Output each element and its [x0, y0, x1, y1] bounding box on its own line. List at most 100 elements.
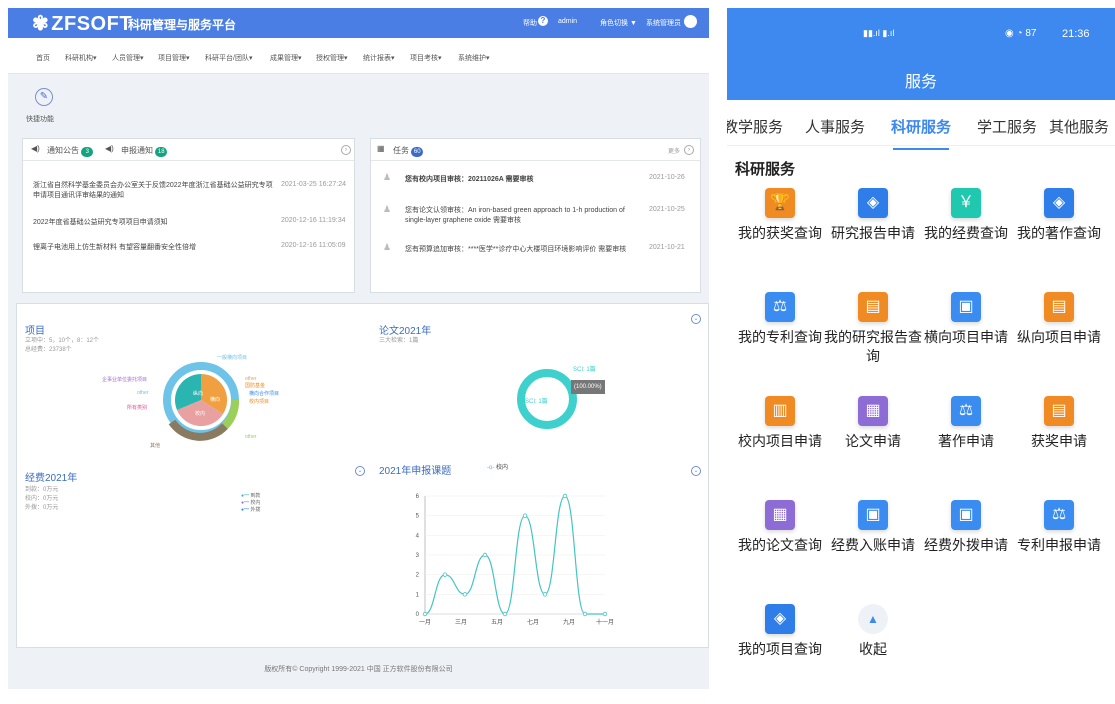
quick-functions[interactable]: ✎ 快捷功能 — [26, 86, 66, 126]
pie-label: 其他 — [150, 443, 161, 449]
expand-icon[interactable]: ⌄ — [355, 466, 365, 476]
menu-achievement[interactable]: 成果管理▾ — [270, 53, 302, 63]
menu-staff[interactable]: 人员管理▾ — [112, 53, 144, 63]
service-item[interactable]: ▲ 收起 — [824, 604, 916, 704]
calendar-icon: ▦ — [377, 144, 385, 153]
tab-declarations[interactable]: 申报通知 18 — [121, 145, 168, 157]
more-icon[interactable]: › — [341, 145, 351, 155]
expand-icon[interactable]: ⌄ — [691, 466, 701, 476]
service-item[interactable]: 🏆 我的获奖查询 — [731, 188, 823, 288]
legend-item[interactable]: ●━ 到款 — [241, 492, 260, 499]
funds-line: 到款：0万元 — [25, 487, 59, 493]
service-item-label: 收起 — [859, 641, 887, 657]
data-point[interactable] — [582, 611, 588, 617]
service-item-label: 经费入账申请 — [831, 537, 915, 553]
data-point[interactable] — [522, 513, 528, 518]
task-item[interactable]: 您有预算追加审核：****医学**诊疗中心大楼项目环境影响评价 需要审核 — [405, 244, 645, 254]
service-item[interactable]: ▦ 论文申请 — [824, 396, 916, 496]
user-name[interactable]: admin — [558, 18, 577, 25]
menu-stats[interactable]: 统计报表▾ — [363, 53, 395, 63]
data-point[interactable] — [562, 493, 568, 499]
data-point[interactable] — [442, 572, 448, 577]
notice-count-badge: 3 — [81, 147, 94, 157]
funds-line: 外拨：0万元 — [25, 505, 59, 511]
tab-hr[interactable]: 人事服务 — [805, 116, 865, 137]
service-item[interactable]: ◈ 我的著作查询 — [1010, 188, 1102, 288]
pie-label: other — [245, 434, 257, 440]
patent-icon: ⚖ — [1044, 500, 1074, 530]
service-item[interactable]: ▥ 校内项目申请 — [731, 396, 823, 496]
service-tabs: 教学服务 人事服务 科研服务 学工服务 其他服务 — [727, 100, 1115, 146]
service-item-label: 横向项目申请 — [924, 329, 1008, 345]
service-item[interactable]: ▤ 纵向项目申请 — [1010, 292, 1102, 392]
pie-label: other — [245, 376, 257, 382]
data-point[interactable] — [602, 611, 608, 617]
layers-icon: ◈ — [1044, 188, 1074, 218]
service-item[interactable]: ◈ 研究报告申请 — [824, 188, 916, 288]
task-time: 2021-10-26 — [649, 174, 685, 181]
service-item[interactable]: ⚖ 专利申报申请 — [1010, 500, 1102, 600]
service-item[interactable]: ▣ 横向项目申请 — [917, 292, 1009, 392]
more-icon[interactable]: › — [684, 145, 694, 155]
help-link[interactable]: 帮助 — [523, 18, 537, 28]
avatar[interactable] — [684, 15, 697, 28]
y-tick-label: 4 — [416, 533, 420, 539]
x-tick-label: 七月 — [527, 618, 539, 626]
logo-mark-icon: ✾ — [32, 13, 50, 35]
data-point[interactable] — [542, 592, 548, 597]
logo[interactable]: ✾ ZFSOFT — [32, 11, 132, 36]
service-item[interactable]: ▣ 经费入账申请 — [824, 500, 916, 600]
task-item[interactable]: 您有论文认领审核：An iron-based green approach to… — [405, 206, 643, 226]
money-icon: ￥ — [951, 188, 981, 218]
legend-item[interactable]: ●━ 外拨 — [241, 506, 260, 513]
service-item-label: 校内项目申请 — [738, 433, 822, 449]
service-item[interactable]: ⚖ 著作申请 — [917, 396, 1009, 496]
service-item[interactable]: ▣ 经费外拨申请 — [917, 500, 1009, 600]
more-link[interactable]: 更多 — [668, 146, 680, 155]
expand-icon[interactable]: ⌄ — [691, 314, 701, 324]
service-item[interactable]: ▤ 获奖申请 — [1010, 396, 1102, 496]
service-item[interactable]: ▦ 我的论文查询 — [731, 500, 823, 600]
tab-teaching[interactable]: 教学服务 — [727, 116, 783, 137]
service-item-label: 我的专利查询 — [738, 329, 822, 345]
menu-platform[interactable]: 科研平台/团队▾ — [205, 53, 252, 63]
tab-other[interactable]: 其他服务 — [1049, 116, 1109, 137]
tab-research[interactable]: 科研服务 — [891, 116, 951, 137]
report-icon: ▤ — [1044, 292, 1074, 322]
x-tick-label: 十一月 — [596, 618, 614, 626]
service-item-label: 我的经费查询 — [924, 225, 1008, 241]
menu-assess[interactable]: 项目考核▾ — [410, 53, 442, 63]
legend-item[interactable]: ●━ 校内 — [241, 499, 260, 506]
role-switch[interactable]: 角色切换 ▼ — [600, 18, 637, 28]
menu-project[interactable]: 项目管理▾ — [158, 53, 190, 63]
menu-system[interactable]: 系统维护▾ — [458, 53, 490, 63]
service-item[interactable]: ￥ 我的经费查询 — [917, 188, 1009, 288]
data-point[interactable] — [482, 552, 488, 558]
help-icon[interactable]: ? — [538, 16, 548, 26]
notice-title[interactable]: 浙江省自然科学基金委员会办公室关于反馈2022年度浙江省基础公益研究专项申请项目… — [33, 181, 273, 201]
patent-icon: ⚖ — [951, 396, 981, 426]
notice-title[interactable]: 锂离子电池用上仿生新材料 有望容量翻番安全性倍增 — [33, 242, 196, 252]
notice-title[interactable]: 2022年度省基础公益研究专项项目申请须知 — [33, 217, 168, 227]
service-item-label: 著作申请 — [938, 433, 994, 449]
task-item[interactable]: 您有校内项目审核：20211026A 需要审核 — [405, 174, 635, 184]
top-bar: ✾ ZFSOFT 科研管理与服务平台 帮助 ? admin 角色切换 ▼ 系统管理… — [8, 8, 709, 38]
service-item[interactable]: ⚖ 我的专利查询 — [731, 292, 823, 392]
menu-org[interactable]: 科研机构▾ — [65, 53, 97, 63]
data-point[interactable] — [462, 592, 468, 597]
data-point[interactable] — [422, 611, 428, 617]
service-item[interactable]: ◈ 我的项目查询 — [731, 604, 823, 704]
service-item[interactable]: ▤ 我的研究报告查询 — [824, 292, 922, 392]
project-summary: 立项中：5，10个，8：12个 — [25, 338, 100, 344]
pie-label: 纵向 — [193, 391, 204, 397]
section-title: 科研服务 — [735, 161, 796, 178]
tab-notices[interactable]: 通知公告 3 — [47, 145, 94, 157]
task-count-badge: 60 — [411, 147, 424, 157]
y-tick-label: 6 — [416, 494, 420, 500]
menu-home[interactable]: 首页 — [36, 53, 50, 63]
data-point[interactable] — [502, 611, 508, 617]
mobile-title: 服务 — [904, 74, 937, 91]
menu-auth[interactable]: 授权管理▾ — [316, 53, 348, 63]
tab-student[interactable]: 学工服务 — [977, 116, 1037, 137]
edit-icon[interactable]: ✎ — [35, 88, 53, 106]
